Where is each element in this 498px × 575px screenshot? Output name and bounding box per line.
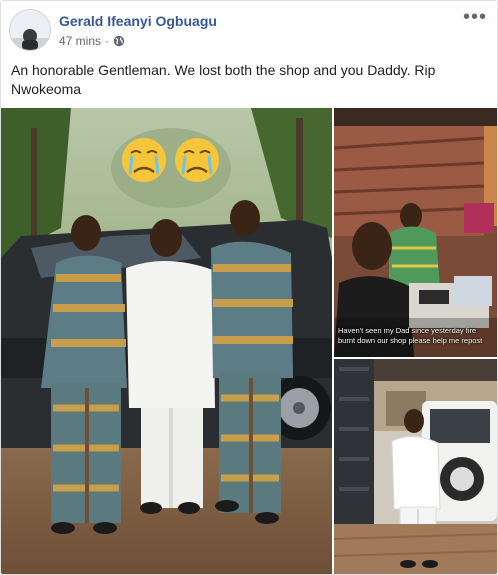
photo-main[interactable] bbox=[1, 108, 332, 574]
post-header: Gerald Ifeanyi Ogbuagu 47 mins · ••• bbox=[9, 7, 489, 53]
more-options-icon[interactable]: ••• bbox=[463, 7, 487, 27]
photo-caption: Haven't seen my Dad since yesterday fire… bbox=[338, 326, 483, 345]
avatar-image bbox=[10, 10, 50, 50]
photo-shop-selfie[interactable]: Haven't seen my Dad since yesterday fire… bbox=[334, 108, 497, 357]
post-text: An honorable Gentleman. We lost both the… bbox=[11, 62, 436, 97]
crying-face-icon bbox=[122, 138, 166, 182]
photo-shop-image bbox=[334, 108, 497, 357]
photo-man-by-jeep[interactable] bbox=[334, 359, 497, 574]
globe-icon[interactable] bbox=[113, 35, 125, 47]
facebook-post: Gerald Ifeanyi Ogbuagu 47 mins · ••• An … bbox=[0, 0, 498, 575]
author-name[interactable]: Gerald Ifeanyi Ogbuagu bbox=[59, 13, 217, 29]
avatar[interactable] bbox=[9, 9, 51, 51]
post-timestamp[interactable]: 47 mins bbox=[59, 34, 101, 48]
photo-jeep-image bbox=[334, 359, 497, 574]
post-meta: 47 mins · bbox=[59, 34, 125, 48]
crying-face-icon bbox=[175, 138, 219, 182]
meta-separator: · bbox=[105, 34, 110, 48]
photo-three-men-by-suv bbox=[1, 108, 332, 574]
